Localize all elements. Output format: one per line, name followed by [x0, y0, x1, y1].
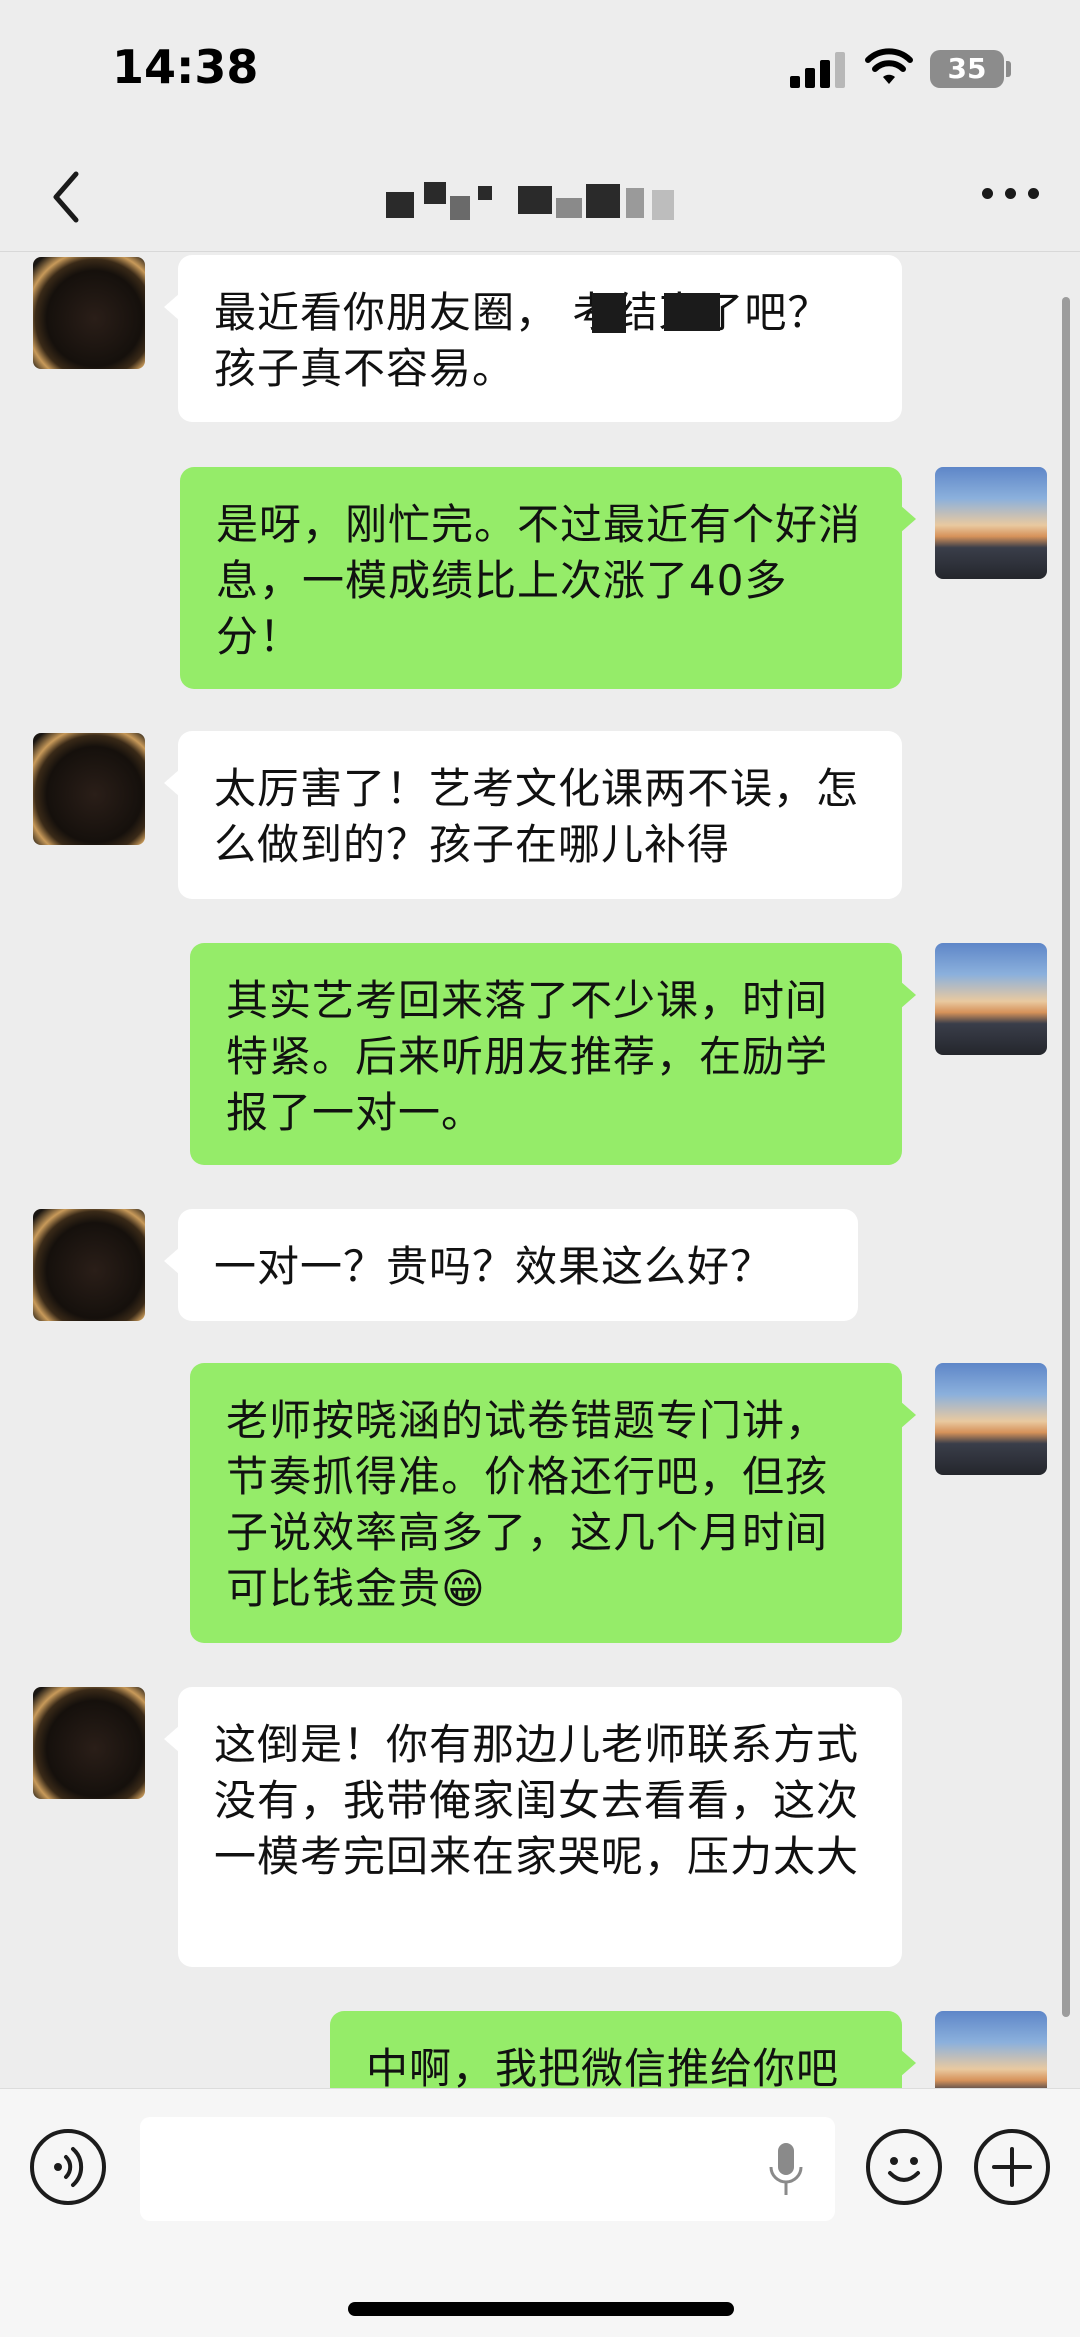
peer-avatar[interactable] [33, 733, 145, 845]
status-bar: 14:38 35 [0, 0, 1080, 140]
battery-tip [1006, 61, 1011, 77]
message-bubble[interactable]: 老师按晓涵的试卷错题专门讲，节奏抓得准。价格还行吧，但孩子说效率高多了，这几个月… [190, 1363, 916, 1643]
back-icon[interactable] [40, 162, 100, 232]
input-bar [0, 2088, 1080, 2337]
message-bubble[interactable]: 最近看你朋友圈， 考结束了吧？孩子真不容易。 [164, 255, 902, 422]
chat-title [380, 182, 710, 222]
self-avatar[interactable] [935, 2011, 1047, 2088]
message-bubble[interactable]: 这倒是！你有那边儿老师联系方式没有，我带俺家闺女去看看，这次一模考完回来在家哭呢… [164, 1687, 902, 1967]
signal-icon [790, 52, 846, 88]
plus-glyph [992, 2147, 1032, 2187]
mic-icon[interactable] [768, 2141, 804, 2199]
message-text: 其实艺考回来落了不少课，时间特紧。后来听朋友推荐，在励学报了一对一。 [226, 976, 829, 1137]
peer-avatar[interactable] [33, 257, 145, 369]
self-avatar[interactable] [935, 1363, 1047, 1475]
peer-avatar[interactable] [33, 1687, 145, 1799]
voice-glyph [54, 2147, 84, 2187]
home-indicator[interactable] [348, 2302, 734, 2316]
emoji-glyph [888, 2157, 920, 2182]
message-list[interactable]: 最近看你朋友圈， 考结束了吧？孩子真不容易。 是呀，刚忙完。不过最近有个好消息，… [0, 253, 1080, 2088]
peer-avatar[interactable] [33, 1209, 145, 1321]
redaction [664, 293, 720, 331]
message-bubble[interactable]: 其实艺考回来落了不少课，时间特紧。后来听朋友推荐，在励学报了一对一。 [190, 943, 916, 1165]
message-text: 太厉害了！艺考文化课两不误，怎么做到的？孩子在哪儿补得 [214, 764, 860, 869]
message-text: 中啊，我把微信推给你吧 [366, 2044, 840, 2088]
plus-icon[interactable] [974, 2129, 1050, 2205]
status-time: 14:38 [112, 40, 259, 94]
message-text: 一对一？贵吗？效果这么好？ [214, 1242, 774, 1291]
self-avatar[interactable] [935, 943, 1047, 1055]
message-input[interactable] [140, 2117, 835, 2221]
emoji-icon[interactable] [866, 2129, 942, 2205]
message-bubble[interactable]: 是呀，刚忙完。不过最近有个好消息，一模成绩比上次涨了40多分！ [180, 467, 916, 689]
wifi-icon [865, 48, 913, 84]
message-bubble[interactable]: 太厉害了！艺考文化课两不误，怎么做到的？孩子在哪儿补得 [164, 731, 902, 899]
message-text: 老师按晓涵的试卷错题专门讲，节奏抓得准。价格还行吧，但孩子说效率高多了，这几个月… [226, 1396, 829, 1613]
scrollbar[interactable] [1062, 297, 1070, 2017]
redaction [592, 293, 626, 333]
self-avatar[interactable] [935, 467, 1047, 579]
nav-bar [0, 140, 1080, 252]
voice-icon[interactable] [30, 2129, 106, 2205]
message-text: 最近看你朋友圈， 考结束了吧？孩子真不容易。 [214, 288, 831, 393]
message-text: 这倒是！你有那边儿老师联系方式没有，我带俺家闺女去看看，这次一模考完回来在家哭呢… [214, 1720, 860, 1881]
more-icon[interactable] [982, 188, 1040, 208]
message-text: 是呀，刚忙完。不过最近有个好消息，一模成绩比上次涨了40多分！ [216, 500, 862, 661]
battery-icon: 35 [930, 50, 1004, 88]
message-bubble[interactable]: 一对一？贵吗？效果这么好？ [164, 1209, 858, 1321]
message-bubble[interactable]: 中啊，我把微信推给你吧 [330, 2011, 916, 2088]
